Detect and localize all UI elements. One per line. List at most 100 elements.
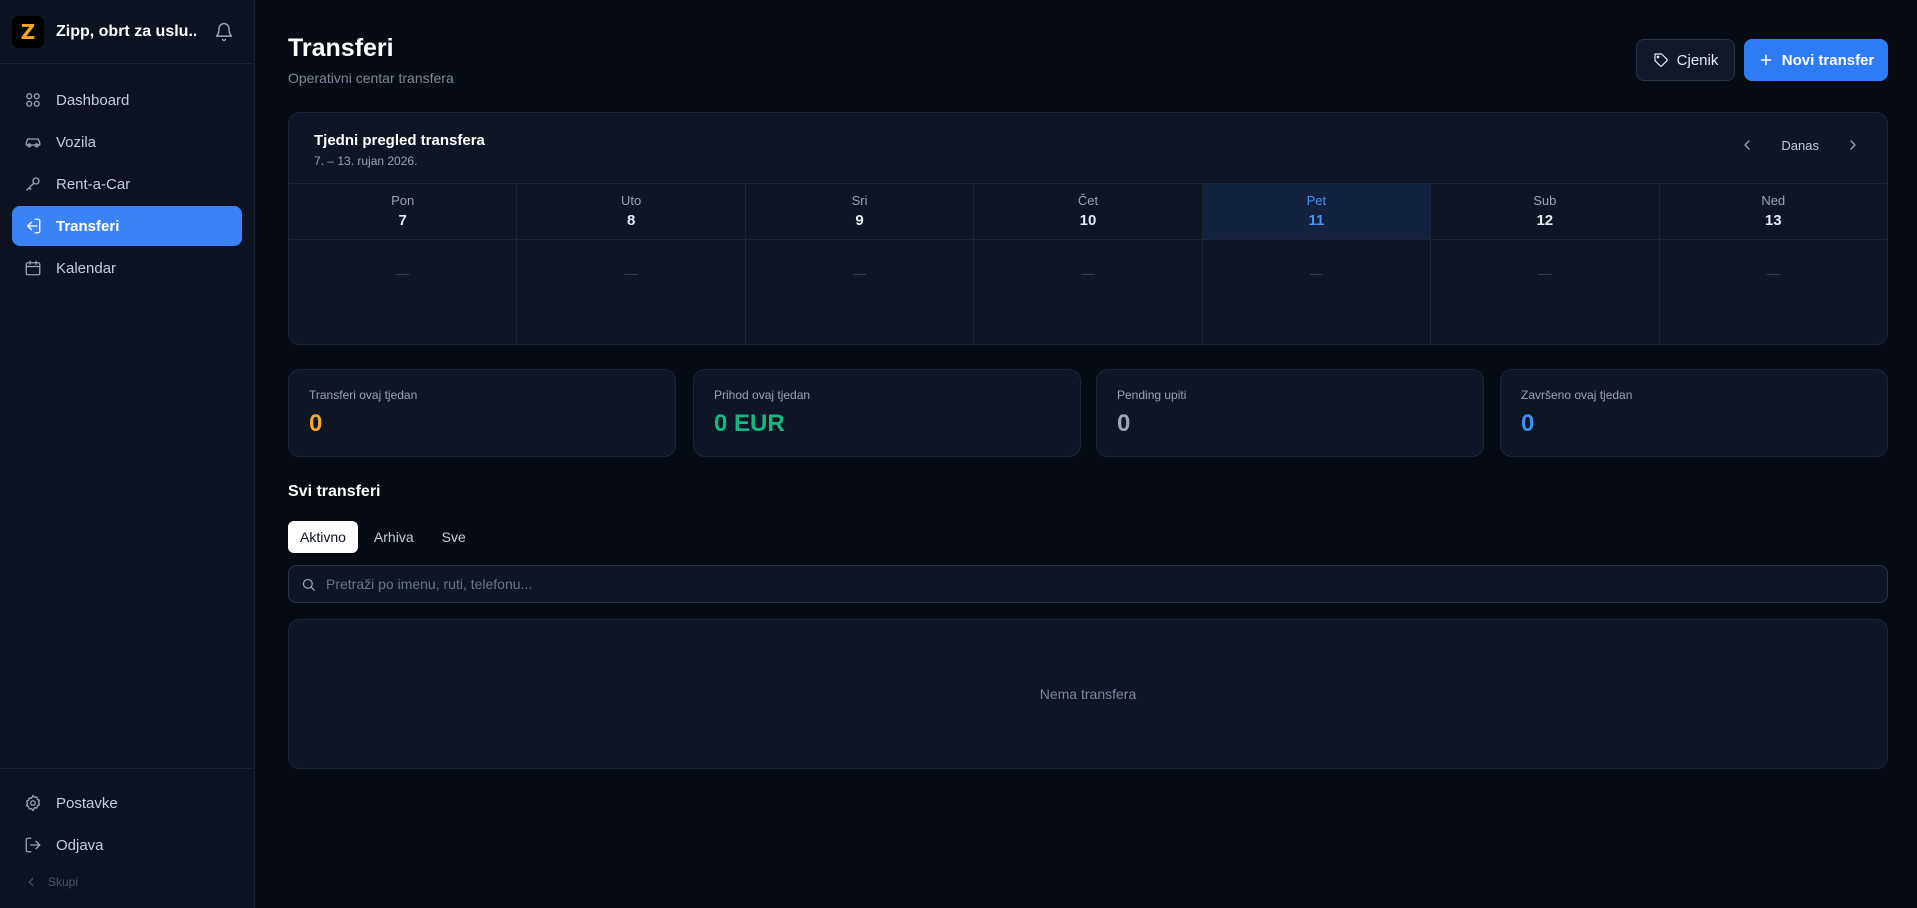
collapse-label: Skupi <box>48 875 79 889</box>
car-icon <box>25 138 41 148</box>
day-header: Uto 8 <box>517 184 745 240</box>
search-bar <box>288 565 1888 603</box>
day-empty-marker: — <box>1081 266 1095 281</box>
day-header: Sub 12 <box>1431 184 1659 240</box>
day-empty-marker: — <box>1538 266 1552 281</box>
login-icon <box>27 218 41 234</box>
day-column[interactable]: Uto 8 — <box>517 184 746 344</box>
collapse-sidebar-button[interactable]: Skupi <box>12 867 242 897</box>
stat-label: Završeno ovaj tjedan <box>1521 388 1633 402</box>
day-number: 7 <box>398 212 407 229</box>
pricing-label: Cjenik <box>1676 51 1719 69</box>
sidebar-item-label: Dashboard <box>56 91 130 109</box>
day-empty-marker: — <box>853 266 867 281</box>
main-nav: Dashboard Vozila Rent-a-Car Transferi Ka… <box>0 64 254 288</box>
day-header: Ned 13 <box>1659 184 1887 240</box>
day-empty-marker: — <box>1766 266 1780 281</box>
day-number: 13 <box>1764 212 1782 229</box>
sidebar-item-kalendar[interactable]: Kalendar <box>12 248 242 288</box>
day-column[interactable]: Pon 7 — <box>289 184 518 344</box>
day-number: 10 <box>1079 212 1097 229</box>
day-name: Sub <box>1533 193 1557 208</box>
stat-value: 0 EUR <box>714 410 785 437</box>
sidebar-item-label: Odjava <box>56 836 104 854</box>
day-column[interactable]: Sri 9 — <box>745 184 975 344</box>
sidebar-item-odjava[interactable]: Odjava <box>12 825 242 865</box>
stat-label: Prihod ovaj tjedan <box>714 388 811 402</box>
gear-icon <box>25 794 41 812</box>
weekly-overview-range: 7. – 13. rujan 2026. <box>314 154 418 168</box>
empty-state-text: Nema transfera <box>1039 686 1137 702</box>
pricing-button[interactable]: Cjenik <box>1636 39 1735 81</box>
day-empty-marker: — <box>624 266 638 281</box>
chevron-right-icon[interactable] <box>1845 137 1861 153</box>
week-navigation: Danas <box>1739 137 1861 153</box>
day-number: 9 <box>855 212 864 229</box>
grid-icon <box>26 93 40 107</box>
search-icon <box>302 578 315 591</box>
stat-value: 0 <box>309 410 323 437</box>
stat-value: 0 <box>1117 410 1131 437</box>
day-name: Sri <box>851 193 868 208</box>
day-name: Uto <box>621 193 642 208</box>
sidebar-item-label: Postavke <box>56 794 118 812</box>
day-empty-marker: — <box>1309 266 1323 281</box>
stat-value: 0 <box>1521 410 1535 437</box>
weekly-overview-title: Tjedni pregled transfera <box>314 132 485 149</box>
brand-header: Z Zipp, obrt za uslu... <box>0 0 254 64</box>
weekly-overview-header: Tjedni pregled transfera 7. – 13. rujan … <box>289 113 1887 184</box>
weekly-overview-panel: Tjedni pregled transfera 7. – 13. rujan … <box>288 112 1888 345</box>
day-number: 12 <box>1536 212 1554 229</box>
tag-icon <box>1654 53 1668 67</box>
day-number: 11 <box>1308 212 1325 229</box>
key-icon <box>26 177 40 191</box>
calendar-icon <box>25 260 41 276</box>
new-transfer-button[interactable]: Novi transfer <box>1744 39 1888 81</box>
page-title: Transferi <box>288 34 394 62</box>
day-column[interactable]: Čet 10 — <box>974 184 1203 344</box>
day-number: 8 <box>626 212 636 229</box>
tab-sve[interactable]: Sve <box>430 521 478 553</box>
transfer-list: Nema transfera <box>288 619 1888 769</box>
week-days: Pon 7 — Uto 8 — Sri 9 — Čet 10 — Pet 11 … <box>289 184 1887 344</box>
day-header: Pet 11 <box>1202 184 1431 240</box>
logout-icon <box>25 837 41 853</box>
sidebar-item-label: Transferi <box>56 217 120 235</box>
brand-name[interactable]: Zipp, obrt za uslu... <box>56 23 196 41</box>
sidebar-item-postavke[interactable]: Postavke <box>12 783 242 823</box>
day-empty-marker: — <box>396 266 410 281</box>
stat-card-completed: Završeno ovaj tjedan 0 <box>1500 369 1888 457</box>
tab-arhiva[interactable]: Arhiva <box>362 521 426 553</box>
day-name: Pon <box>391 193 415 208</box>
day-column[interactable]: Sub 12 — <box>1431 184 1660 344</box>
day-column[interactable]: Ned 13 — <box>1659 184 1887 344</box>
sidebar-item-transferi[interactable]: Transferi <box>12 206 242 246</box>
tab-aktivno[interactable]: Aktivno <box>288 521 358 553</box>
bell-icon[interactable] <box>214 22 234 42</box>
brand-logo: Z <box>12 15 44 48</box>
day-header: Pon 7 <box>289 184 517 240</box>
day-name: Pet <box>1306 193 1327 208</box>
chevron-left-icon[interactable] <box>1739 137 1755 153</box>
sidebar-item-label: Vozila <box>56 133 97 151</box>
transfer-tabs: Aktivno Arhiva Sve <box>288 521 482 553</box>
stat-card-pending: Pending upiti 0 <box>1096 369 1484 457</box>
page-subtitle: Operativni centar transfera <box>288 70 454 86</box>
sidebar-item-rent-a-car[interactable]: Rent-a-Car <box>12 164 242 204</box>
sidebar-item-label: Rent-a-Car <box>56 175 131 193</box>
plus-icon <box>1760 54 1772 66</box>
today-button[interactable]: Danas <box>1781 138 1819 153</box>
day-name: Čet <box>1077 193 1099 208</box>
search-input[interactable] <box>326 576 1826 592</box>
stat-card-transfers: Transferi ovaj tjedan 0 <box>288 369 676 457</box>
new-transfer-label: Novi transfer <box>1781 51 1875 69</box>
sidebar-item-dashboard[interactable]: Dashboard <box>12 80 242 120</box>
day-column-today[interactable]: Pet 11 — <box>1202 184 1432 344</box>
sidebar-item-vozila[interactable]: Vozila <box>12 122 242 162</box>
day-header: Sri 9 <box>745 184 974 240</box>
stat-card-revenue: Prihod ovaj tjedan 0 EUR <box>693 369 1081 457</box>
sidebar-item-label: Kalendar <box>56 259 117 277</box>
day-name: Ned <box>1761 193 1786 208</box>
sidebar: Z Zipp, obrt za uslu... Dashboard Vozila… <box>0 0 255 908</box>
chevron-left-icon <box>28 877 34 887</box>
